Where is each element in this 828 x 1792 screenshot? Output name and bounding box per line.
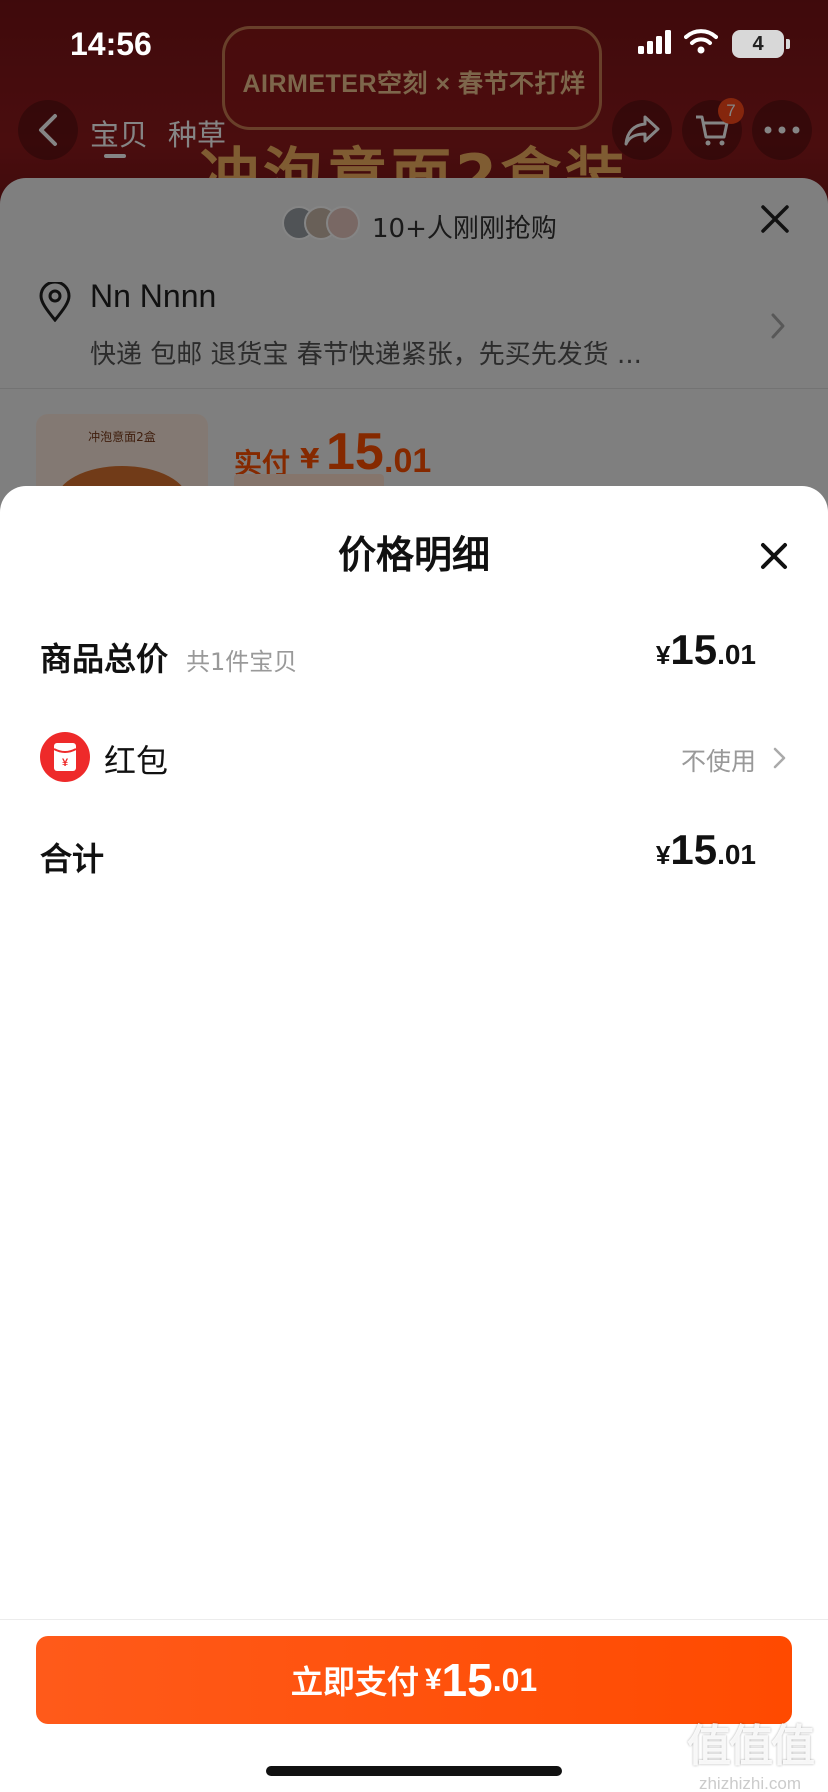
status-bar: 14:56 4: [0, 0, 828, 90]
cellular-signal-icon: [638, 30, 671, 54]
chevron-right-icon: [773, 747, 786, 769]
red-packet-value: 不使用: [680, 747, 756, 776]
currency-symbol: ¥: [655, 640, 671, 670]
amount-integer: 15: [670, 626, 718, 673]
amount-integer: 15: [670, 826, 718, 873]
red-packet-row[interactable]: ¥ 红包 不使用: [0, 726, 828, 786]
home-indicator: [266, 1766, 562, 1776]
svg-text:¥: ¥: [62, 757, 69, 769]
sheet-title: 价格明细: [337, 533, 490, 577]
status-time: 14:56: [70, 26, 152, 62]
close-icon[interactable]: [754, 536, 794, 576]
price-detail-sheet: 价格明细 商品总价 共1件宝贝 ¥15.01 ¥ 红包 不使用 合计 ¥15.0…: [0, 486, 828, 1792]
currency-symbol: ¥: [655, 840, 671, 870]
divider: [0, 1619, 828, 1620]
products-count: 共1件宝贝: [186, 648, 298, 676]
wifi-icon: [684, 29, 718, 54]
watermark: 值值值 zhizhizhi.com: [676, 1710, 824, 1792]
products-total-row: 商品总价 共1件宝贝 ¥15.01: [0, 626, 828, 686]
red-packet-label: 红包: [104, 742, 169, 780]
pay-currency: ¥: [424, 1663, 442, 1696]
grand-total-row: 合计 ¥15.01: [0, 826, 828, 886]
watermark-logo: 值值值: [687, 1721, 815, 1772]
amount-decimal: .01: [717, 639, 756, 670]
grand-total-amount: ¥15.01: [656, 826, 756, 886]
red-packet-icon: ¥: [40, 732, 90, 782]
products-total-label: 商品总价: [40, 640, 169, 678]
grand-total-label: 合计: [40, 840, 105, 878]
products-total-amount: ¥15.01: [656, 626, 756, 686]
pay-now-label: 立即支付: [290, 1663, 419, 1701]
watermark-url: zhizhizhi.com: [698, 1774, 802, 1792]
pay-amount-integer: 15: [441, 1654, 493, 1706]
amount-decimal: .01: [717, 839, 756, 870]
battery-indicator: 4: [732, 30, 790, 58]
pay-amount-decimal: .01: [492, 1661, 538, 1698]
